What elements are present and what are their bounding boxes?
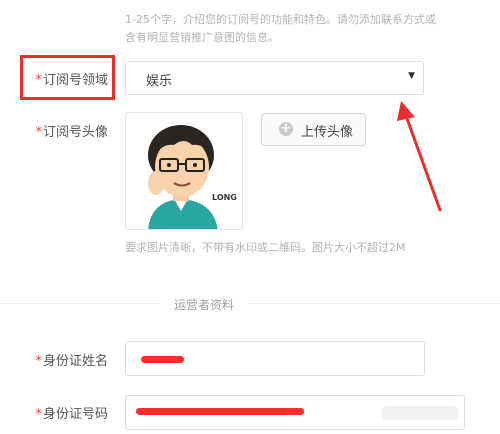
id-name-label-text: 身份证姓名 <box>42 354 108 369</box>
annotation-arrow-icon <box>397 101 442 212</box>
avatar-help-text: 要求图片清晰，不带有水印或二维码。图片大小不超过2M <box>125 241 406 254</box>
id-number-label: *身份证号码 <box>20 403 108 422</box>
id-name-label: *身份证姓名 <box>20 350 108 369</box>
avatar-preview: LONG <box>125 112 243 230</box>
domain-select-value: 娱乐 <box>146 74 173 89</box>
required-mark: * <box>35 407 42 422</box>
redaction-mark <box>141 356 184 363</box>
redaction-mark <box>136 408 304 415</box>
avatar-caption: LONG <box>212 193 237 202</box>
description-help-line1: 1-25个字，介绍您的订阅号的功能和特色。请勿添加联系方式或 <box>125 13 436 26</box>
blurred-text <box>381 406 459 420</box>
upload-avatar-button[interactable]: + 上传头像 <box>261 113 366 146</box>
required-mark: * <box>35 354 42 369</box>
id-number-label-text: 身份证号码 <box>42 407 108 422</box>
plus-icon: + <box>279 121 293 136</box>
section-divider <box>0 303 500 304</box>
required-mark: * <box>35 125 42 140</box>
avatar-label: *订阅号头像 <box>20 121 108 140</box>
upload-avatar-label: 上传头像 <box>301 125 354 140</box>
id-name-input[interactable] <box>125 341 425 376</box>
avatar-cartoon-image <box>148 125 218 229</box>
dropdown-arrow-icon[interactable]: ▼ <box>408 71 415 81</box>
avatar-label-text: 订阅号头像 <box>42 125 108 140</box>
annotation-highlight-box <box>20 55 115 100</box>
description-help-line2: 含有明显营销推广意图的信息。 <box>125 31 279 44</box>
domain-select[interactable]: 娱乐 ▼ <box>125 61 424 95</box>
id-number-input[interactable] <box>125 395 465 430</box>
section-title-operator: 运营者资料 <box>160 296 249 313</box>
